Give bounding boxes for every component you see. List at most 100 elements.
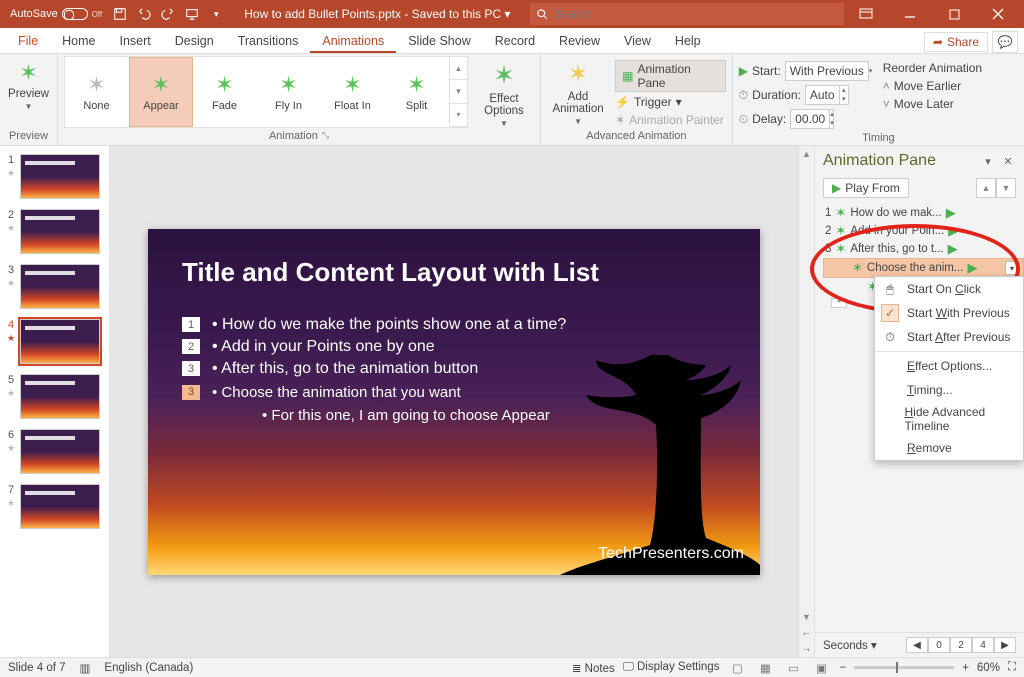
anim-seq-badge[interactable]: 3 [182,361,200,376]
comments-button[interactable]: 💬 [992,31,1018,53]
tab-file[interactable]: File [6,30,50,53]
gallery-item-appear[interactable]: ✶Appear [129,57,193,127]
scroll-up-icon[interactable]: ▲ [799,146,814,162]
fit-to-window-icon[interactable]: ⛶ [1008,661,1016,674]
gallery-item-fade[interactable]: ✶Fade [193,57,257,127]
move-down-button[interactable]: ▼ [996,178,1016,198]
autosave-switch[interactable] [62,8,88,20]
pane-options-icon[interactable]: ▾ [980,153,996,169]
thumb[interactable] [20,374,100,419]
thumb-row[interactable]: 5★ [6,374,103,419]
thumb-row[interactable]: 6★ [6,429,103,474]
editor-vscroll[interactable]: ▲ ▼ ⭠ ⭢ [798,146,814,657]
search-input[interactable] [554,7,838,21]
language-indicator[interactable]: English (Canada) [104,662,193,674]
gallery-item-split[interactable]: ✶Split [385,57,449,127]
menu-start-on-click[interactable]: 🖱Start On Click [875,277,1023,301]
gallery-item-floatin[interactable]: ✶Float In [321,57,385,127]
tab-insert[interactable]: Insert [108,30,163,53]
pane-close-icon[interactable]: ✕ [1000,153,1016,169]
thumb-row[interactable]: 4★ [6,319,103,364]
move-later-button[interactable]: ˅Move Later [883,96,982,112]
thumb-row[interactable]: 1★ [6,154,103,199]
share-button[interactable]: ➦Share [924,32,988,52]
move-up-button[interactable]: ▲ [976,178,996,198]
dialog-launcher-icon[interactable]: ⤡ [322,130,329,142]
maximize-icon[interactable] [932,0,976,28]
thumb-row[interactable]: 7★ [6,484,103,529]
undo-icon[interactable] [132,1,156,27]
item-dropdown-icon[interactable]: ▾ [1005,261,1019,275]
thumb[interactable] [20,154,100,199]
save-icon[interactable] [108,1,132,27]
next-slide-icon[interactable]: ⭢ [799,641,814,657]
tab-animations[interactable]: Animations [310,30,396,53]
thumb[interactable] [20,209,100,254]
anim-item[interactable]: 3✶After this, go to t... ▶ [823,240,1024,258]
start-select[interactable]: With Previous▾ [785,61,869,81]
chevron-down-icon[interactable]: ▾ [869,67,873,76]
tab-slideshow[interactable]: Slide Show [396,30,483,53]
timeline-tick[interactable]: 0 [928,637,950,653]
document-title[interactable]: How to add Bullet Points.pptx - Saved to… [244,7,510,21]
menu-start-with-previous[interactable]: ✓Start With Previous [875,301,1023,325]
sorter-view-icon[interactable]: ▦ [755,660,775,676]
tab-help[interactable]: Help [663,30,713,53]
thumb-selected[interactable] [20,319,100,364]
prev-slide-icon[interactable]: ⭠ [799,625,814,641]
anim-item[interactable]: 1✶How do we mak... ▶ [823,204,1024,222]
timeline-tick[interactable]: 2 [950,637,972,653]
slide-canvas[interactable]: Title and Content Layout with List 1• Ho… [148,229,760,575]
tab-transitions[interactable]: Transitions [226,30,311,53]
tab-review[interactable]: Review [547,30,612,53]
trigger-button[interactable]: ⚡Trigger ▾ [615,94,726,110]
timeline-next-icon[interactable]: ▶ [994,637,1016,653]
autosave-toggle[interactable]: AutoSave Off [4,8,108,20]
slideshow-qat-icon[interactable] [180,1,204,27]
reading-view-icon[interactable]: ▭ [783,660,803,676]
redo-icon[interactable] [156,1,180,27]
menu-start-after-previous[interactable]: ⏱Start After Previous [875,325,1023,349]
menu-effect-options[interactable]: Effect Options... [875,354,1023,378]
scroll-down-icon[interactable]: ▼ [799,609,814,625]
menu-remove[interactable]: Remove [875,436,1023,460]
anim-item-selected[interactable]: ✶Choose the anim... ▶▾ [823,258,1024,278]
timeline-tick[interactable]: 4 [972,637,994,653]
collapse-toggle[interactable]: ⌃ [831,298,847,308]
anim-item[interactable]: 2✶Add in your Poin... ▶ [823,222,1024,240]
tab-record[interactable]: Record [483,30,547,53]
thumb[interactable] [20,264,100,309]
effect-options-button[interactable]: ✶ Effect Options ▼ [474,56,534,128]
ribbon-display-icon[interactable] [844,0,888,28]
play-from-button[interactable]: ▶Play From [823,178,909,198]
notes-button[interactable]: ≣ Notes [572,661,615,675]
minimize-icon[interactable] [888,0,932,28]
menu-timing[interactable]: Timing... [875,378,1023,402]
zoom-level[interactable]: 60% [977,662,1000,674]
gallery-down-icon[interactable]: ▼ [450,80,467,103]
duration-input[interactable]: Auto▴▾ [805,85,849,105]
normal-view-icon[interactable]: ▢ [727,660,747,676]
thumb[interactable] [20,429,100,474]
anim-seq-badge[interactable]: 3 [182,385,200,400]
timeline-prev-icon[interactable]: ◀ [906,637,928,653]
zoom-out-icon[interactable]: − [839,662,846,674]
thumb-row[interactable]: 2★ [6,209,103,254]
gallery-up-icon[interactable]: ▲ [450,57,467,80]
zoom-in-icon[interactable]: + [962,662,969,674]
accessibility-icon[interactable]: ▥ [80,661,91,675]
close-icon[interactable] [976,0,1020,28]
slideshow-view-icon[interactable]: ▣ [811,660,831,676]
gallery-more-icon[interactable]: ▾ [450,104,467,127]
zoom-slider[interactable] [854,666,954,669]
animation-pane-button[interactable]: ▦Animation Pane [615,60,726,92]
tab-design[interactable]: Design [163,30,226,53]
move-earlier-button[interactable]: ˄Move Earlier [883,78,982,94]
preview-button[interactable]: ✶ Preview ▼ [6,56,51,111]
thumb[interactable] [20,484,100,529]
gallery-item-flyin[interactable]: ✶Fly In [257,57,321,127]
qat-more-icon[interactable]: ▾ [204,1,228,27]
delay-input[interactable]: 00.00▴▾ [790,109,834,129]
gallery-item-none[interactable]: ✶None [65,57,129,127]
menu-hide-timeline[interactable]: Hide Advanced Timeline [875,402,1023,436]
